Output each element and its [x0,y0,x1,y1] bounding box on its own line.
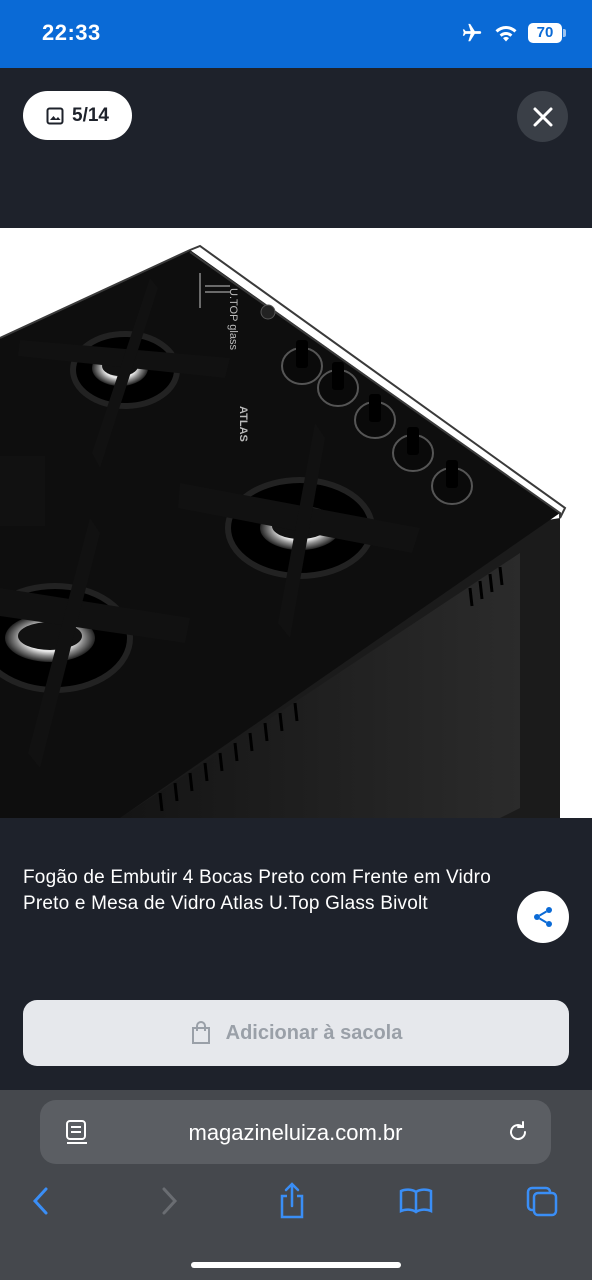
status-time: 22:33 [42,20,101,45]
status-icons: 70 [460,22,566,44]
browser-nav [0,1178,592,1224]
url-text: magazineluiza.com.br [188,1120,403,1145]
bookmarks-icon [399,1188,433,1214]
browser-toolbar: magazineluiza.com.br [0,1090,592,1280]
forward-button[interactable] [149,1178,189,1224]
back-icon [32,1187,48,1215]
stove-illustration: ATLAS U.TOP glass [0,244,567,818]
shopping-bag-icon [191,1021,210,1044]
close-button[interactable] [517,91,568,142]
battery-icon: 70 [528,23,566,43]
image-counter: 5/14 [23,91,132,140]
product-image[interactable]: ATLAS U.TOP glass [0,228,592,818]
gallery-header: 5/14 [0,68,592,228]
reload-icon[interactable] [505,1119,531,1145]
address-bar[interactable]: magazineluiza.com.br [40,1100,551,1164]
wifi-icon [495,26,517,42]
product-title: Fogão de Embutir 4 Bocas Preto com Frent… [23,867,491,914]
product-info: Fogão de Embutir 4 Bocas Preto com Frent… [0,818,592,1090]
share-icon [534,907,552,927]
tabs-icon [526,1186,558,1217]
home-indicator [191,1262,401,1268]
bookmarks-button[interactable] [396,1178,436,1224]
image-icon [46,107,64,124]
airplane-icon [462,23,482,42]
add-to-bag-label: Adicionar à sacola [225,1021,403,1044]
image-counter-label: 5/14 [72,104,109,126]
share-button[interactable] [517,891,569,943]
stove-brand-text: ATLAS [237,406,249,442]
close-icon [533,107,552,126]
battery-level: 70 [528,23,562,43]
share-page-button[interactable] [272,1178,312,1224]
forward-icon [162,1187,178,1215]
tabs-button[interactable] [522,1178,562,1224]
back-button[interactable] [21,1178,61,1224]
share-icon [280,1182,304,1219]
stove-model-text: U.TOP glass [227,288,239,350]
add-to-bag-button[interactable]: Adicionar à sacola [23,1000,569,1066]
status-bar: 22:33 70 [0,0,592,68]
